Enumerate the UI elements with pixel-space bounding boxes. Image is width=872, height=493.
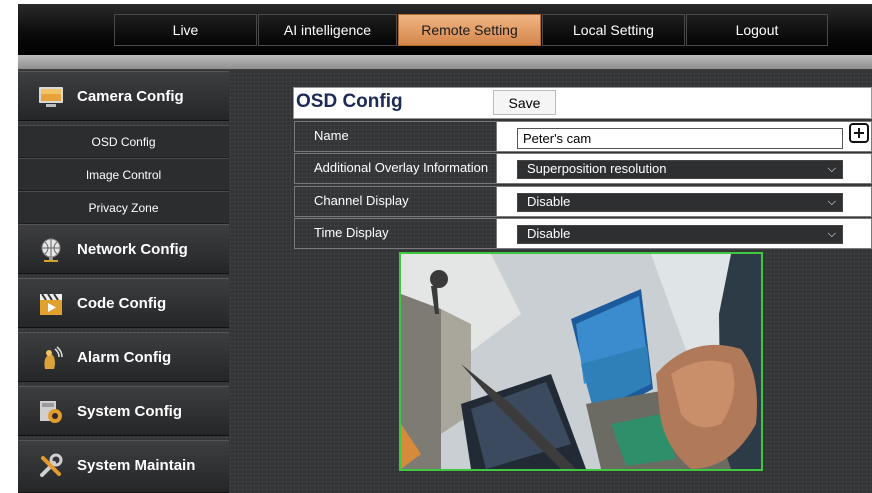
osd-config-header: OSD Config Save — [293, 87, 872, 119]
sidebar-label: System Config — [77, 403, 183, 420]
tools-icon — [38, 453, 64, 479]
header-divider — [18, 55, 872, 69]
time-display-value: Disable — [527, 226, 571, 241]
top-nav-bar: Live AI intelligence Remote Setting Loca… — [18, 4, 872, 55]
monitor-icon — [38, 84, 64, 110]
save-button[interactable]: Save — [493, 90, 556, 115]
page-title: OSD Config — [296, 91, 403, 112]
sidebar-label: System Maintain — [77, 457, 196, 474]
tab-logout[interactable]: Logout — [686, 14, 828, 46]
sidebar-item-system-config[interactable]: System Config — [18, 386, 229, 436]
plus-square-icon — [854, 128, 864, 138]
chevron-down-icon: ⌵ — [827, 163, 836, 175]
name-input[interactable] — [517, 128, 843, 149]
clapperboard-icon — [38, 291, 64, 317]
globe-icon — [38, 237, 64, 263]
sidebar-item-alarm-config[interactable]: Alarm Config — [18, 332, 229, 382]
settings-gear-icon — [38, 399, 64, 425]
channel-display-cell: Disable ⌵ — [496, 186, 872, 217]
tab-remote-setting[interactable]: Remote Setting — [398, 14, 541, 46]
chevron-down-icon: ⌵ — [827, 196, 836, 208]
sidebar-label: Alarm Config — [77, 349, 172, 366]
chevron-down-icon: ⌵ — [827, 228, 836, 240]
sidebar-label: Network Config — [77, 241, 188, 258]
sidebar-item-osd-config[interactable]: OSD Config — [18, 125, 229, 158]
sidebar-label: Camera Config — [77, 88, 184, 105]
name-label: Name — [294, 121, 496, 152]
channel-display-label: Channel Display — [294, 186, 496, 217]
sidebar-item-code-config[interactable]: Code Config — [18, 278, 229, 328]
tab-ai-intelligence[interactable]: AI intelligence — [258, 14, 397, 46]
sidebar-item-camera-config[interactable]: Camera Config — [18, 71, 229, 121]
overlay-select-value: Superposition resolution — [527, 161, 667, 176]
sidebar-item-network-config[interactable]: Network Config — [18, 224, 229, 274]
tab-live[interactable]: Live — [114, 14, 257, 46]
sidebar-label: Code Config — [77, 295, 167, 312]
name-cell — [496, 121, 872, 152]
channel-display-select[interactable]: Disable ⌵ — [517, 193, 843, 212]
time-display-label: Time Display — [294, 218, 496, 249]
time-display-select[interactable]: Disable ⌵ — [517, 225, 843, 244]
channel-display-value: Disable — [527, 194, 571, 209]
sidebar-item-privacy-zone[interactable]: Privacy Zone — [18, 191, 229, 224]
alarm-bell-icon — [38, 345, 64, 371]
sidebar-item-image-control[interactable]: Image Control — [18, 158, 229, 191]
camera-preview-image — [401, 254, 761, 469]
camera-preview — [399, 252, 763, 471]
tab-local-setting[interactable]: Local Setting — [542, 14, 685, 46]
sidebar-item-system-maintain[interactable]: System Maintain — [18, 440, 229, 493]
overlay-cell: Superposition resolution ⌵ — [496, 153, 872, 184]
overlay-select[interactable]: Superposition resolution ⌵ — [517, 160, 843, 179]
add-overlay-button[interactable] — [849, 123, 869, 143]
overlay-label: Additional Overlay Information — [294, 153, 496, 184]
time-display-cell: Disable ⌵ — [496, 218, 872, 249]
